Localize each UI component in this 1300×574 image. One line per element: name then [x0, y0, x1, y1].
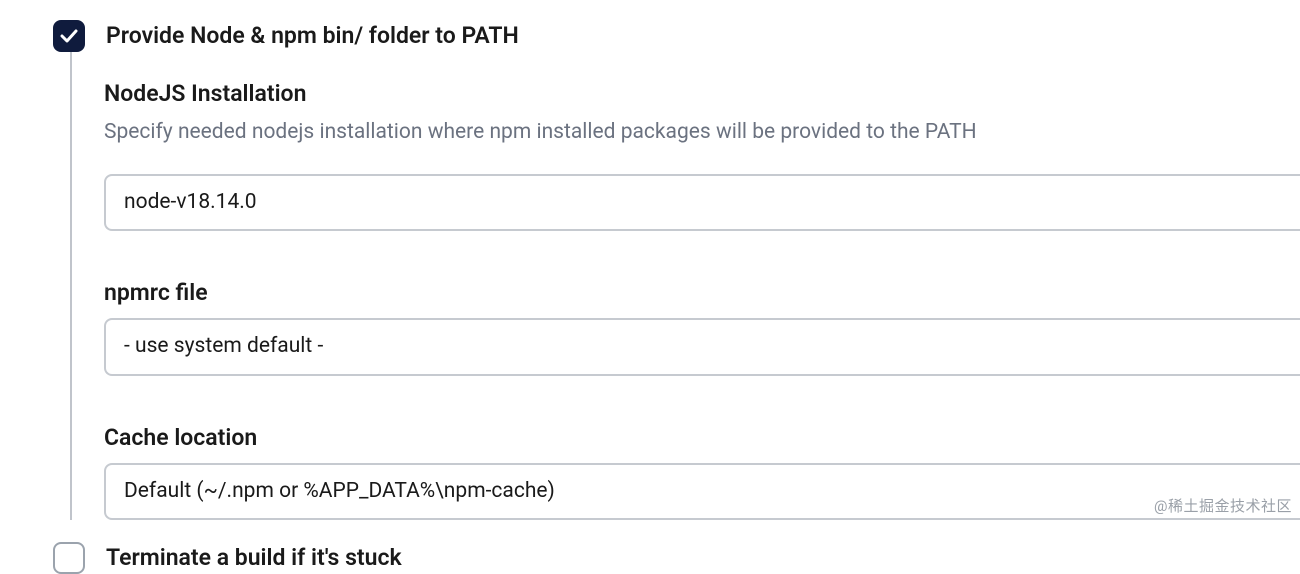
- nodejs-installation-group: NodeJS Installation Specify needed nodej…: [104, 80, 1300, 231]
- provide-node-path-checkbox[interactable]: [53, 20, 85, 52]
- watermark-text: @稀土掘金技术社区: [1154, 495, 1292, 516]
- nodejs-installation-title: NodeJS Installation: [104, 80, 1300, 107]
- cache-location-title: Cache location: [104, 424, 1300, 451]
- npmrc-file-title: npmrc file: [104, 279, 1300, 306]
- provide-node-path-section: Provide Node & npm bin/ folder to PATH: [0, 0, 1300, 52]
- cache-location-group: Cache location Default (~/.npm or %APP_D…: [104, 424, 1300, 520]
- npmrc-file-group: npmrc file - use system default -: [104, 279, 1300, 375]
- terminate-build-section: Terminate a build if it's stuck: [0, 532, 1300, 574]
- terminate-build-label: Terminate a build if it's stuck: [106, 542, 402, 574]
- npmrc-file-select[interactable]: - use system default -: [104, 318, 1300, 375]
- terminate-build-checkbox[interactable]: [53, 542, 85, 574]
- provide-node-path-label: Provide Node & npm bin/ folder to PATH: [106, 20, 519, 52]
- provide-node-path-details: NodeJS Installation Specify needed nodej…: [70, 52, 1300, 520]
- cache-location-select[interactable]: Default (~/.npm or %APP_DATA%\npm-cache): [104, 463, 1300, 520]
- check-icon: [60, 29, 78, 43]
- nodejs-installation-help: Specify needed nodejs installation where…: [104, 119, 1300, 146]
- nodejs-installation-select[interactable]: node-v18.14.0: [104, 174, 1300, 231]
